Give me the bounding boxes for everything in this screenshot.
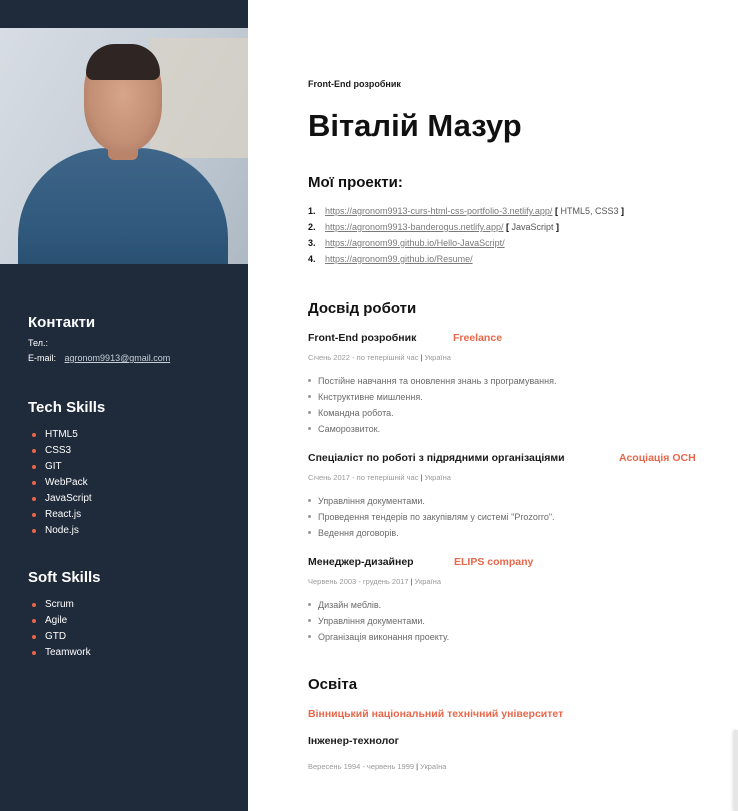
project-item: 1. https://agronom9913-curs-html-css-port… — [308, 206, 625, 216]
job-country: Україна — [414, 577, 441, 586]
job-meta: Січень 2017 - по теперішній час | Україна — [308, 473, 451, 482]
experience-heading: Досвід роботи — [308, 300, 417, 317]
project-link[interactable]: https://agronom9913-banderogus.netlify.a… — [325, 222, 503, 232]
tech-skill-item: WebPack — [32, 475, 92, 491]
duty-item: Проведення тендерів по закупівлям у сист… — [308, 509, 555, 525]
tech-skill-item: CSS3 — [32, 443, 92, 459]
project-link[interactable]: https://agronom9913-curs-html-css-portfo… — [325, 206, 552, 216]
duty-item: Ведення договорів. — [308, 525, 555, 541]
project-item: 4. https://agronom99.github.io/Resume/ — [308, 254, 473, 264]
job-duties: Дизайн меблів. Управління документами. О… — [308, 597, 449, 645]
duty-item: Організація виконання проекту. — [308, 629, 449, 645]
sidebar: Контакти Тел.: E-mail: agronom9913@gmail… — [0, 0, 248, 811]
job-duties: Управління документами. Проведення тенде… — [308, 493, 555, 541]
job-country: Україна — [424, 473, 451, 482]
education-heading: Освіта — [308, 676, 358, 693]
job-company: ELIPS company — [454, 556, 534, 568]
duty-item: Постійне навчання та оновлення знань з п… — [308, 373, 556, 389]
duty-item: Управління документами. — [308, 493, 555, 509]
job-company: Асоціація ОСН — [619, 452, 696, 464]
role-subtitle: Front-End розробник — [308, 79, 401, 89]
person-name: Віталій Мазур — [308, 108, 522, 143]
projects-list: 1. https://agronom9913-curs-html-css-port… — [308, 203, 624, 267]
job-duties: Постійне навчання та оновлення знань з п… — [308, 373, 556, 437]
duty-item: Управління документами. — [308, 613, 449, 629]
tech-skills-heading: Tech Skills — [28, 399, 106, 416]
job-country: Україна — [424, 353, 451, 362]
soft-skill-item: GTD — [32, 629, 91, 645]
tech-skills-list: HTML5 CSS3 GIT WebPack JavaScript React.… — [32, 427, 92, 539]
tech-skill-item: HTML5 — [32, 427, 92, 443]
job-meta: Січень 2022 - по теперішній час | Україна — [308, 353, 451, 362]
profile-photo — [0, 28, 248, 264]
soft-skills-heading: Soft Skills — [28, 569, 101, 586]
tech-skill-item: Node.js — [32, 523, 92, 539]
soft-skill-item: Teamwork — [32, 645, 91, 661]
tech-skill-item: JavaScript — [32, 491, 92, 507]
tech-skill-item: React.js — [32, 507, 92, 523]
duty-item: Саморозвиток. — [308, 421, 556, 437]
phone-line: Тел.: — [28, 338, 48, 348]
soft-skills-list: Scrum Agile GTD Teamwork — [32, 597, 91, 661]
education-university: Вінницький національний технічний універ… — [308, 708, 564, 720]
tech-skill-item: GIT — [32, 459, 92, 475]
education-period: Вересень 1994 - червень 1999 — [308, 762, 415, 771]
project-item: 3. https://agronom99.github.io/Hello-Java… — [308, 238, 505, 248]
job-company: Freelance — [453, 332, 503, 344]
project-item: 2. https://agronom9913-banderogus.netlify… — [308, 222, 560, 232]
email-label: E-mail: — [28, 353, 57, 363]
page-edge-shadow — [734, 730, 738, 811]
duty-item: Командна робота. — [308, 405, 556, 421]
soft-skill-item: Agile — [32, 613, 91, 629]
project-link[interactable]: https://agronom99.github.io/Resume/ — [325, 254, 473, 264]
duty-item: Дизайн меблів. — [308, 597, 449, 613]
email-link[interactable]: agronom9913@gmail.com — [65, 353, 171, 363]
phone-label: Тел.: — [28, 338, 48, 348]
education-meta: Вересень 1994 - червень 1999 | Україна — [308, 762, 447, 771]
duty-item: Кнструктивне мишлення. — [308, 389, 556, 405]
job-meta: Червень 2003 - грудень 2017 | Україна — [308, 577, 441, 586]
job-period: Червень 2003 - грудень 2017 — [308, 577, 409, 586]
project-link[interactable]: https://agronom99.github.io/Hello-JavaSc… — [325, 238, 505, 248]
job-title: Front-End розробник — [308, 332, 417, 344]
education-degree: Інженер-технолог — [308, 735, 399, 747]
job-title: Менеджер-дизайнер — [308, 556, 414, 568]
contacts-heading: Контакти — [28, 314, 96, 331]
email-line: E-mail: agronom9913@gmail.com — [28, 353, 170, 363]
projects-heading: Мої проекти: — [308, 174, 403, 191]
soft-skill-item: Scrum — [32, 597, 91, 613]
job-period: Січень 2022 - по теперішній час — [308, 353, 419, 362]
job-title: Спеціаліст по роботі з підрядними органі… — [308, 452, 565, 464]
job-period: Січень 2017 - по теперішній час — [308, 473, 419, 482]
education-country: Україна — [420, 762, 447, 771]
